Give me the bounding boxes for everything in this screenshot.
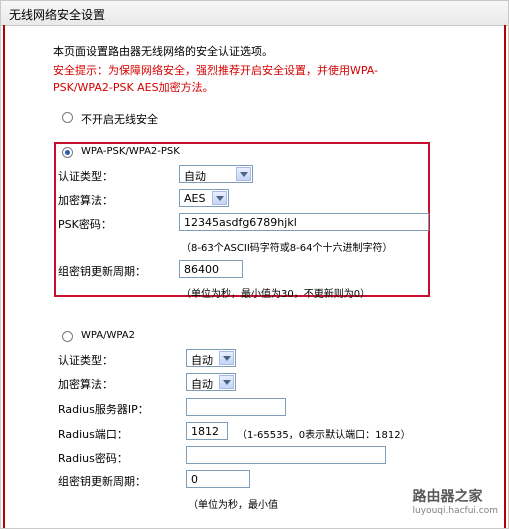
wpa-renew-label: 组密钥更新周期：: [58, 475, 146, 488]
psk-enc-label: 加密算法：: [58, 194, 113, 207]
psk-password-label: PSK密码：: [58, 218, 112, 231]
chevron-down-icon: [219, 375, 234, 389]
radius-password-input[interactable]: [186, 446, 386, 464]
wpa-renew-input[interactable]: 0: [186, 470, 250, 488]
wpa-auth-select[interactable]: 自动: [186, 349, 236, 367]
page-title: 无线网络安全设置: [9, 8, 106, 22]
wpa-auth-value: 自动: [191, 354, 213, 367]
psk-radio[interactable]: [62, 147, 73, 158]
right-border-line: [504, 25, 506, 528]
psk-auth-label: 认证类型：: [58, 170, 113, 183]
radius-ip-label: Radius服务器IP：: [58, 403, 149, 416]
disable-security-radio[interactable]: [62, 112, 73, 123]
psk-renew-input[interactable]: 86400: [179, 260, 243, 278]
psk-enc-value: AES: [184, 192, 206, 205]
title-bar: 无线网络安全设置: [1, 1, 508, 26]
settings-frame: 无线网络安全设置 本页面设置路由器无线网络的安全认证选项。 安全提示：为保障网络…: [0, 0, 509, 529]
security-warning-line2: PSK/WPA2-PSK AES加密方法。: [53, 81, 214, 94]
radius-ip-input[interactable]: [186, 398, 286, 416]
security-warning-line1: 安全提示：为保障网络安全，强烈推荐开启安全设置，并使用WPA-: [53, 64, 379, 77]
psk-enc-select[interactable]: AES: [179, 189, 229, 207]
chevron-down-icon: [219, 351, 234, 365]
wpa-enc-select[interactable]: 自动: [186, 373, 236, 391]
wpa-radio[interactable]: [62, 331, 73, 342]
wpa-enc-label: 加密算法：: [58, 378, 113, 391]
wpa-enc-value: 自动: [191, 378, 213, 391]
psk-renew-hint: （单位为秒，最小值为30，不更新则为0）: [181, 289, 371, 300]
psk-renew-value: 86400: [184, 263, 219, 276]
radius-port-label: Radius端口：: [58, 428, 128, 441]
chevron-down-icon: [212, 191, 227, 205]
psk-password-hint: （8-63个ASCII码字符或8-64个十六进制字符）: [181, 243, 393, 254]
psk-auth-select[interactable]: 自动: [179, 165, 253, 183]
intro-text: 本页面设置路由器无线网络的安全认证选项。: [53, 45, 273, 58]
wpa-auth-label: 认证类型：: [58, 354, 113, 367]
site-watermark: 路由器之家 luyouqi.hacfui.com: [413, 486, 498, 516]
radius-port-input[interactable]: 1812: [186, 422, 228, 440]
disable-security-label: 不开启无线安全: [81, 113, 158, 126]
left-border-line: [3, 25, 5, 528]
radius-port-value: 1812: [191, 425, 219, 438]
chevron-down-icon: [236, 167, 251, 181]
wpa-label: WPA/WPA2: [81, 330, 135, 341]
radius-password-label: Radius密码：: [58, 452, 128, 465]
psk-label: WPA-PSK/WPA2-PSK: [81, 146, 180, 157]
radius-port-hint: （1-65535，0表示默认端口：1812）: [237, 430, 411, 441]
watermark-text: 路由器之家: [412, 489, 483, 505]
psk-password-value: 12345asdfg6789hjkl: [184, 216, 297, 229]
watermark-subtext: luyouqi.hacfui.com: [412, 506, 498, 516]
psk-renew-label: 组密钥更新周期：: [58, 265, 146, 278]
psk-auth-value: 自动: [184, 170, 206, 183]
psk-password-input[interactable]: 12345asdfg6789hjkl: [179, 213, 429, 231]
wpa-renew-hint: （单位为秒，最小值: [188, 500, 278, 511]
wpa-renew-value: 0: [191, 473, 198, 486]
